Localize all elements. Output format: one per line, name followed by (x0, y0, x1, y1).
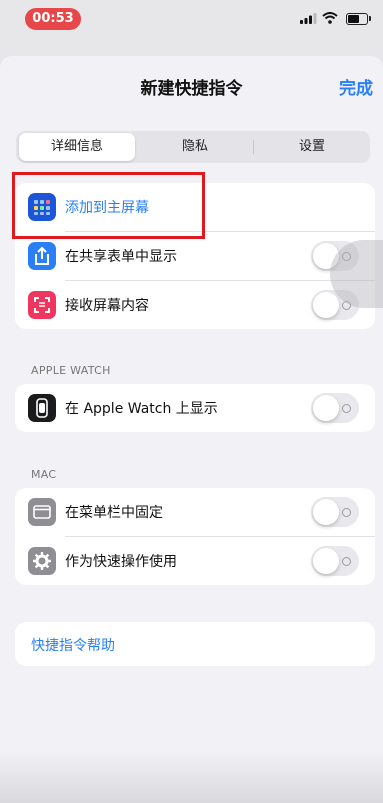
show-on-watch-toggle[interactable] (311, 393, 359, 423)
segmented-control: 详细信息 隐私 设置 (16, 131, 370, 163)
share-sheet-label: 在共享表单中显示 (65, 249, 177, 265)
show-on-watch-label: 在 Apple Watch 上显示 (65, 401, 218, 417)
mac-header: MAC (31, 468, 57, 481)
page-title: 新建快捷指令 (140, 79, 243, 99)
highlight-box (12, 172, 205, 239)
receive-screen-label: 接收屏幕内容 (65, 298, 149, 314)
menu-bar-icon (28, 498, 56, 526)
pin-menu-bar-toggle[interactable] (311, 497, 359, 527)
quick-action-label: 作为快速操作使用 (65, 554, 177, 570)
battery-icon (346, 13, 368, 25)
screen-scan-icon (28, 291, 56, 319)
show-on-watch-row: 在 Apple Watch 上显示 (15, 384, 375, 432)
quick-action-toggle[interactable] (311, 546, 359, 576)
wifi-icon (322, 12, 338, 24)
share-icon (28, 242, 56, 270)
pin-menu-bar-label: 在菜单栏中固定 (65, 505, 163, 521)
status-time: 00:53 (25, 8, 81, 30)
tab-privacy[interactable]: 隐私 (137, 131, 253, 163)
apple-watch-icon (28, 394, 56, 422)
status-bar: 00:53 (0, 0, 383, 40)
done-button[interactable]: 完成 (339, 74, 373, 99)
tab-settings[interactable]: 设置 (254, 131, 370, 163)
share-sheet-row: 在共享表单中显示 (15, 232, 375, 280)
gear-icon (28, 547, 56, 575)
bottom-area (0, 751, 383, 803)
mac-card: 在菜单栏中固定 作为快速操作使用 (15, 488, 375, 585)
help-card: 快捷指令帮助 (15, 622, 375, 666)
watch-card: 在 Apple Watch 上显示 (15, 384, 375, 432)
apple-watch-header: APPLE WATCH (31, 364, 111, 377)
cellular-signal-icon (300, 13, 317, 24)
shortcut-sheet: 新建快捷指令 完成 详细信息 隐私 设置 添加到主屏幕 在共享表单中显示 接收屏… (0, 56, 383, 803)
quick-action-row: 作为快速操作使用 (15, 537, 375, 585)
pin-menu-bar-row: 在菜单栏中固定 (15, 488, 375, 536)
help-link[interactable]: 快捷指令帮助 (31, 635, 115, 655)
tab-details[interactable]: 详细信息 (19, 133, 135, 161)
receive-screen-row: 接收屏幕内容 (15, 281, 375, 329)
